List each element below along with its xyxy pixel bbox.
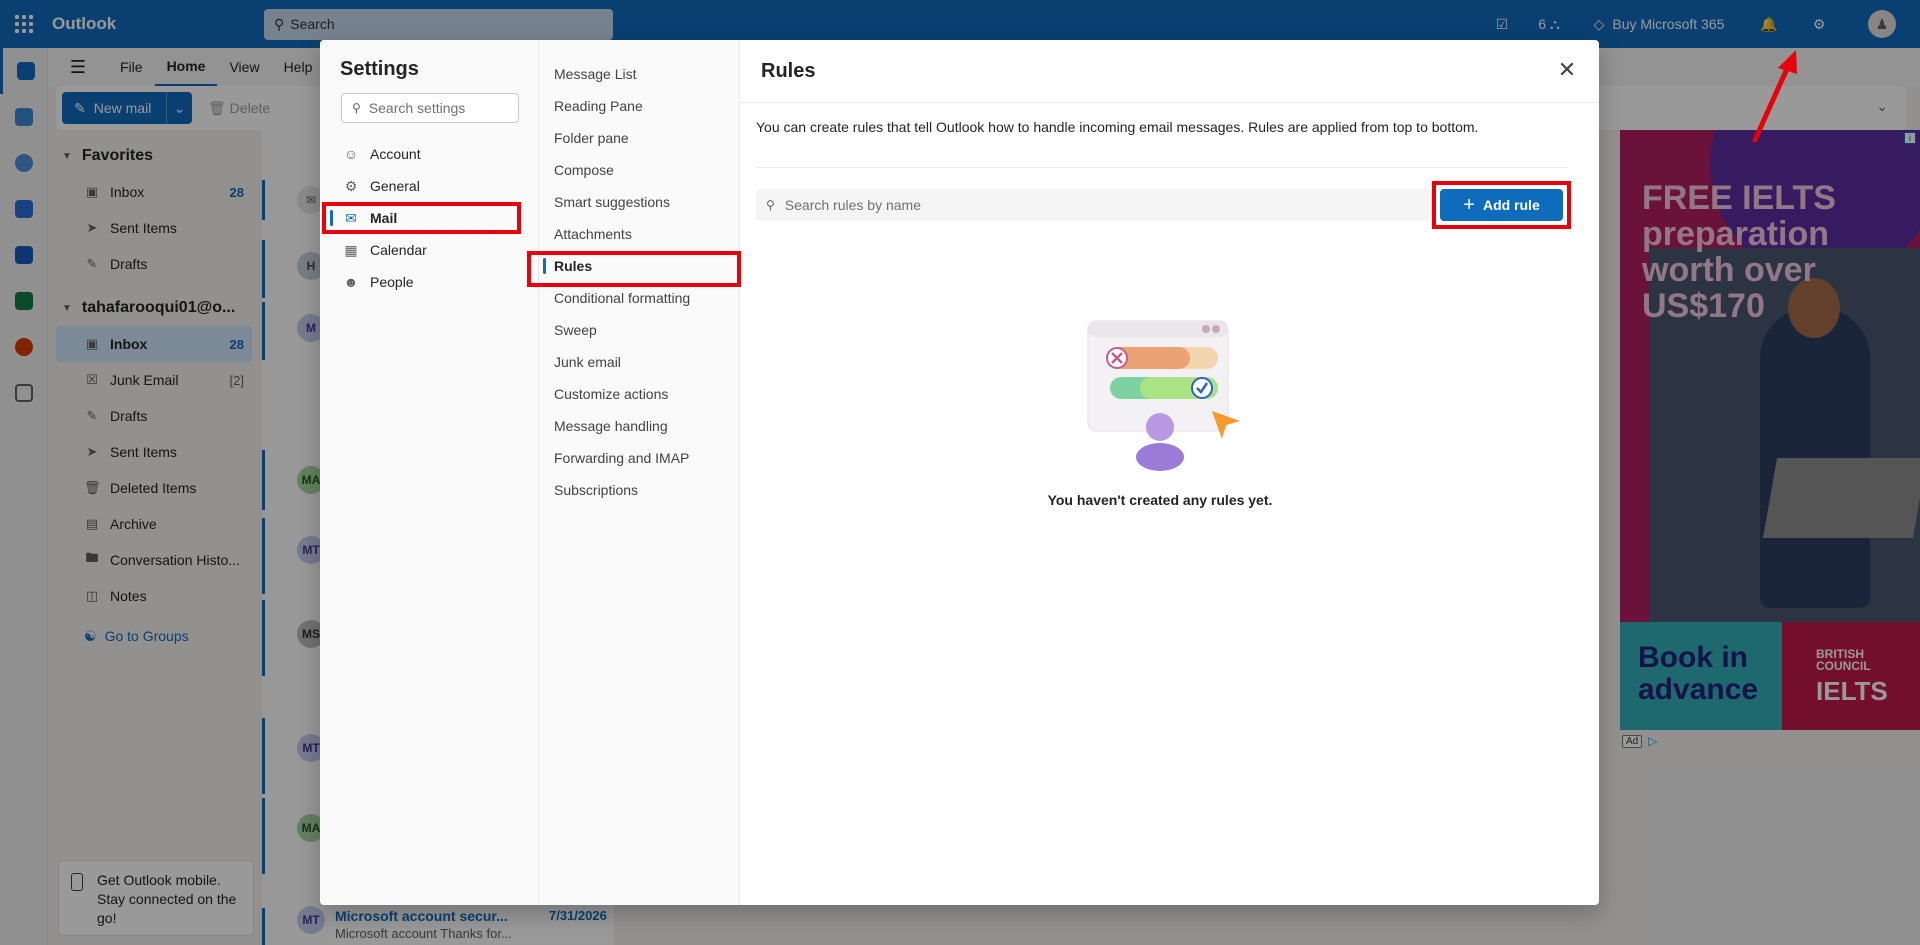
settings-title: Settings [340,58,419,80]
search-rules-placeholder: Search rules by name [784,197,921,213]
mail-setting-forwarding-imap[interactable]: Forwarding and IMAP [539,442,740,474]
mail-settings-nav: Message List Reading Pane Folder pane Co… [539,40,740,905]
category-label: Account [370,146,421,162]
add-rule-button[interactable]: + Add rule [1440,189,1563,221]
highlight-box-rules [527,251,741,287]
category-label: Calendar [370,242,427,258]
add-rule-label: Add rule [1482,197,1540,213]
rules-panel: Rules ✕ You can create rules that tell O… [740,40,1599,905]
mail-setting-smart-suggestions[interactable]: Smart suggestions [539,186,740,218]
mail-setting-folder-pane[interactable]: Folder pane [539,122,740,154]
people-icon: ☻ [343,274,359,290]
mail-setting-subscriptions[interactable]: Subscriptions [539,474,740,506]
divider [740,102,1599,103]
divider [756,167,1568,168]
gear-icon: ⚙ [344,177,358,194]
mail-setting-sweep[interactable]: Sweep [539,314,740,346]
mail-setting-junk-email[interactable]: Junk email [539,346,740,378]
settings-categories: Settings ⚲ Search settings ☺ Account ⚙ G… [320,40,539,905]
settings-dialog: Settings ⚲ Search settings ☺ Account ⚙ G… [320,40,1599,905]
empty-state-text: You haven't created any rules yet. [1047,492,1273,508]
settings-category-general[interactable]: ⚙ General [320,170,539,202]
mail-setting-customize-actions[interactable]: Customize actions [539,378,740,410]
mail-setting-message-handling[interactable]: Message handling [539,410,740,442]
search-icon: ⚲ [352,101,361,115]
search-rules-input[interactable]: ⚲ Search rules by name [756,189,1432,221]
settings-category-calendar[interactable]: ▦ Calendar [320,234,539,266]
calendar-icon: ▦ [344,241,358,258]
mail-setting-compose[interactable]: Compose [539,154,740,186]
mail-setting-reading-pane[interactable]: Reading Pane [539,90,740,122]
mail-setting-message-list[interactable]: Message List [539,58,740,90]
settings-category-account[interactable]: ☺ Account [320,138,539,170]
close-icon[interactable]: ✕ [1553,56,1581,84]
rules-description: You can create rules that tell Outlook h… [756,119,1479,135]
mail-setting-attachments[interactable]: Attachments [539,218,740,250]
highlight-box-mail [322,202,521,234]
person-icon: ☺ [343,146,359,162]
settings-category-people[interactable]: ☻ People [320,266,539,298]
category-label: People [370,274,414,290]
rules-title: Rules [761,60,816,82]
category-label: General [370,178,420,194]
empty-rules-illustration [1080,315,1250,475]
plus-icon: + [1463,194,1475,216]
search-icon: ⚲ [766,198,775,212]
search-settings-placeholder: Search settings [368,100,466,116]
search-settings-input[interactable]: ⚲ Search settings [341,93,519,123]
